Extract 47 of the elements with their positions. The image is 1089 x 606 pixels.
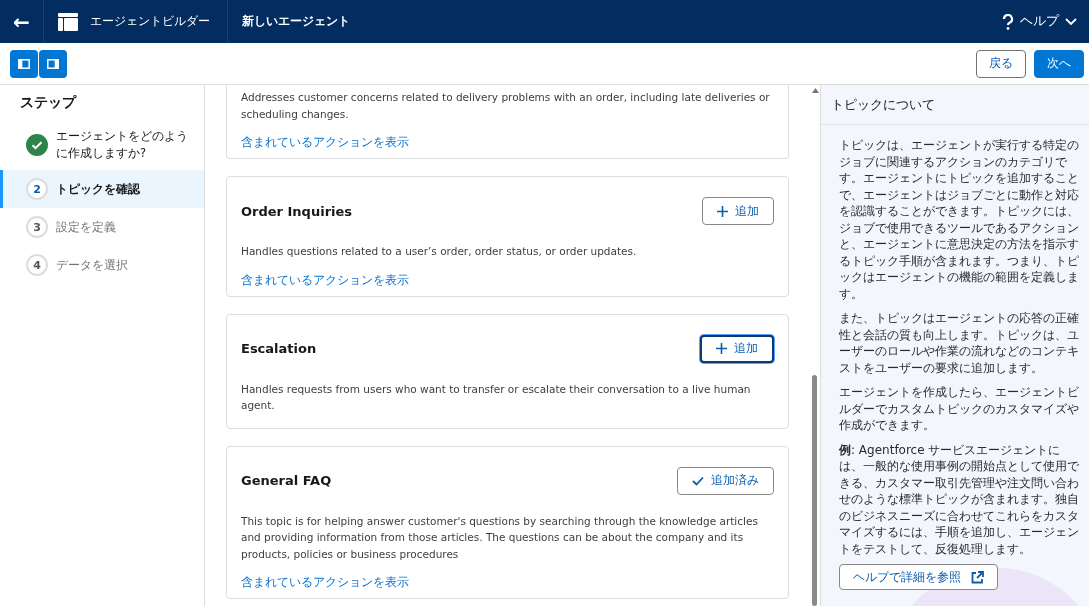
steps-heading: ステップ: [19, 93, 78, 112]
help-menu[interactable]: ヘルプ: [996, 12, 1083, 31]
scroll-up-icon[interactable]: [812, 88, 819, 93]
check-icon: [692, 475, 704, 486]
panel-title: トピックについて: [821, 85, 1089, 125]
add-button[interactable]: 追加: [702, 197, 774, 225]
step-number: 2: [26, 178, 48, 200]
view-actions-link[interactable]: 含まれているアクションを表示: [241, 574, 774, 590]
help-paragraph: 例: Agentforce サービスエージェントには、一般的な使用事例の開始点として使用できる、カスタマー取引先管理や注文問い合わせのような標準トピックが含まれます。独自のビジネスニーズに合わせてこれらをカスタマイズするには、手順を追加し、エージェントをテストして、反復処理します。: [839, 441, 1080, 557]
topic-description: Handles requests from users who want to transfer or escalate their conversation to a live human agent.: [241, 381, 752, 413]
plus-icon: [717, 205, 728, 217]
page-title: 新しいエージェント: [242, 13, 350, 30]
topic-description: Addresses customer concerns related to delivery problems with an order, including late deliveries or scheduling changes.: [241, 90, 771, 122]
topic-title: General FAQ: [241, 473, 332, 488]
help-paragraph: また、トピックはエージェントの応答の正確性と会話の質も向上します。トピックは、ユーザーのロールや作業の流れなどのコンテキストをユーザーの要求に追加します。: [839, 310, 1080, 376]
external-link-icon: [971, 570, 984, 584]
left-panel-icon: [18, 58, 30, 69]
next-button[interactable]: 次へ: [1034, 49, 1084, 78]
step-number: 4: [26, 254, 48, 276]
view-actions-link[interactable]: 含まれているアクションを表示: [241, 271, 774, 288]
step-item[interactable]: 2 トピックを確認: [0, 170, 204, 208]
right-panel-toggle[interactable]: [39, 49, 67, 78]
back-button[interactable]: ←: [0, 0, 44, 43]
chevron-down-icon: [1065, 17, 1077, 26]
right-panel-icon: [47, 58, 59, 69]
step-number: 3: [26, 216, 48, 238]
add-button[interactable]: 追加: [700, 334, 774, 363]
topic-description: This topic is for helping answer customer's questions by searching through the knowledge articles and providing information from those articles. The questions can be about the company and its products, policies or business procedures: [241, 513, 759, 562]
topic-description: Handles questions related to a user’s order, order status, or order updates.: [241, 244, 638, 259]
step-item[interactable]: 4 データを選択: [0, 246, 204, 284]
check-circle-icon: [26, 134, 48, 156]
topic-title: Order Inquiries: [241, 203, 353, 219]
topic-title: Escalation: [241, 341, 317, 356]
scrollbar-thumb[interactable]: [812, 375, 817, 606]
added-button[interactable]: 追加済み: [677, 466, 774, 495]
back-step-button[interactable]: 戻る: [976, 49, 1026, 78]
left-panel-toggle[interactable]: [10, 49, 38, 78]
view-actions-link[interactable]: 含まれているアクションを表示: [241, 134, 774, 150]
app-name: エージェントビルダー: [90, 13, 210, 30]
app-icon: [58, 12, 78, 31]
help-link-button[interactable]: ヘルプで詳細を参照: [839, 564, 998, 590]
help-paragraph: エージェントを作成したら、エージェントビルダーでカスタムトピックのカスタマイズや作成ができます。: [839, 384, 1080, 434]
help-paragraph: トピックは、エージェントが実行する特定のジョブに関連するアクションのカテゴリです。エージェントにトピックを追加することで、エージェントはジョブごとに動作と対応を認識することができます。トピックには、ジョブで使用できるツールであるアクションと、エージェントに意思決定の方法を指示するトピック手順が含まれます。つまり、トピックはエージェントの機能の範囲を定義します。: [839, 137, 1080, 302]
plus-icon: [716, 343, 727, 354]
step-item[interactable]: 3 設定を定義: [0, 208, 204, 246]
help-icon: [1002, 13, 1014, 30]
step-item[interactable]: エージェントをどのように作成しますか?: [0, 120, 204, 170]
